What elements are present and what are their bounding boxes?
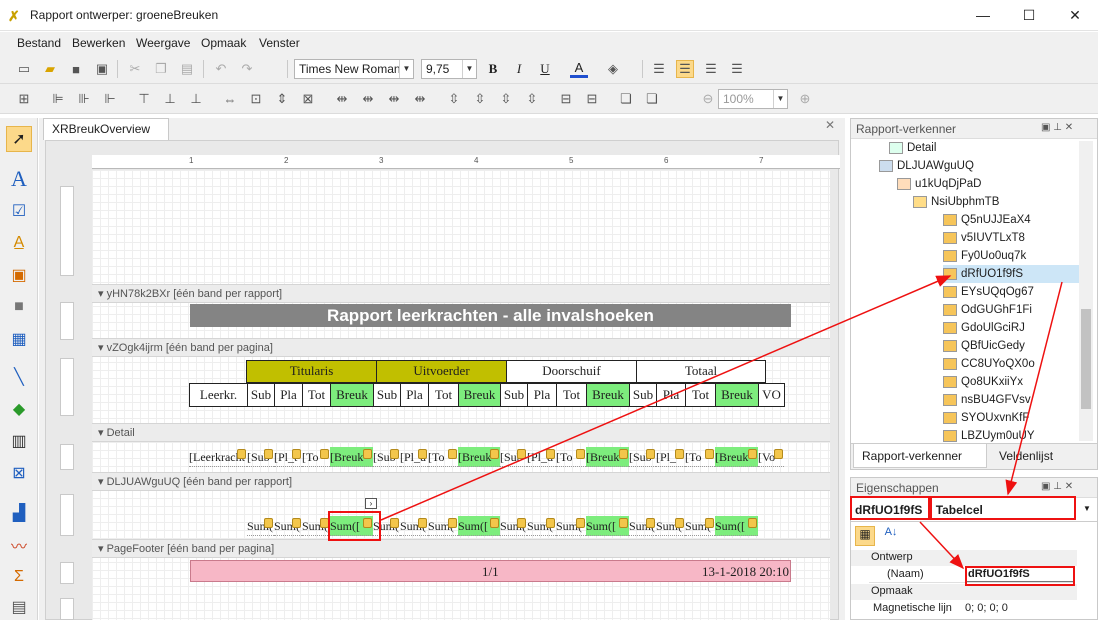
annotation-arrows <box>380 275 1063 570</box>
